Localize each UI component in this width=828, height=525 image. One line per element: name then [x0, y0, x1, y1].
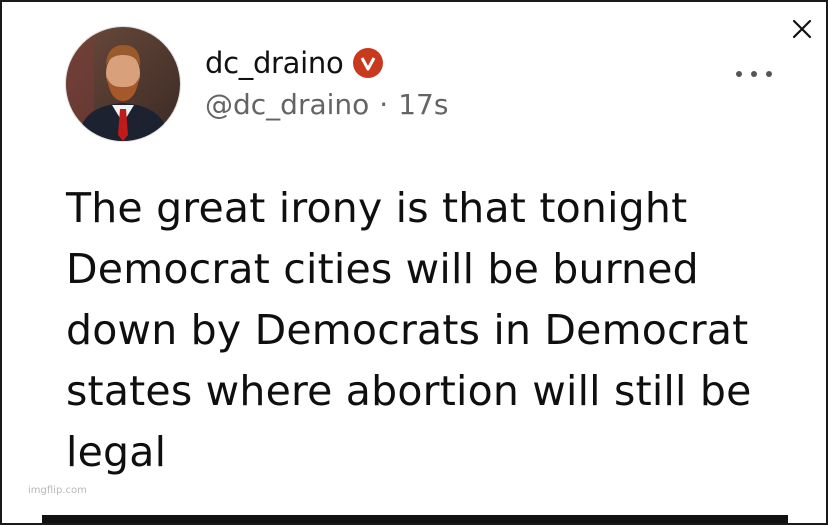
- bottom-edge: [42, 515, 788, 523]
- dot: [736, 71, 742, 77]
- separator-dot: ·: [379, 88, 389, 121]
- author-handle[interactable]: @dc_draino: [205, 88, 369, 121]
- avatar-image: [66, 27, 180, 141]
- post-text: The great irony is that tonight Democrat…: [66, 184, 752, 476]
- close-icon[interactable]: [788, 15, 816, 43]
- profile-avatar[interactable]: [66, 27, 180, 141]
- verified-badge-icon: [353, 48, 384, 78]
- tweet-screenshot: dc_draino @dc_draino · 17s The great iro…: [0, 0, 828, 525]
- watermark: imgflip.com: [28, 485, 87, 496]
- more-options-icon[interactable]: [736, 64, 772, 84]
- dot: [766, 71, 772, 77]
- display-name[interactable]: dc_draino: [205, 46, 344, 80]
- dot: [751, 71, 757, 77]
- post-timestamp[interactable]: 17s: [398, 88, 448, 121]
- author-name-row: dc_draino: [205, 43, 384, 83]
- author-handle-row: @dc_draino · 17s: [205, 88, 448, 121]
